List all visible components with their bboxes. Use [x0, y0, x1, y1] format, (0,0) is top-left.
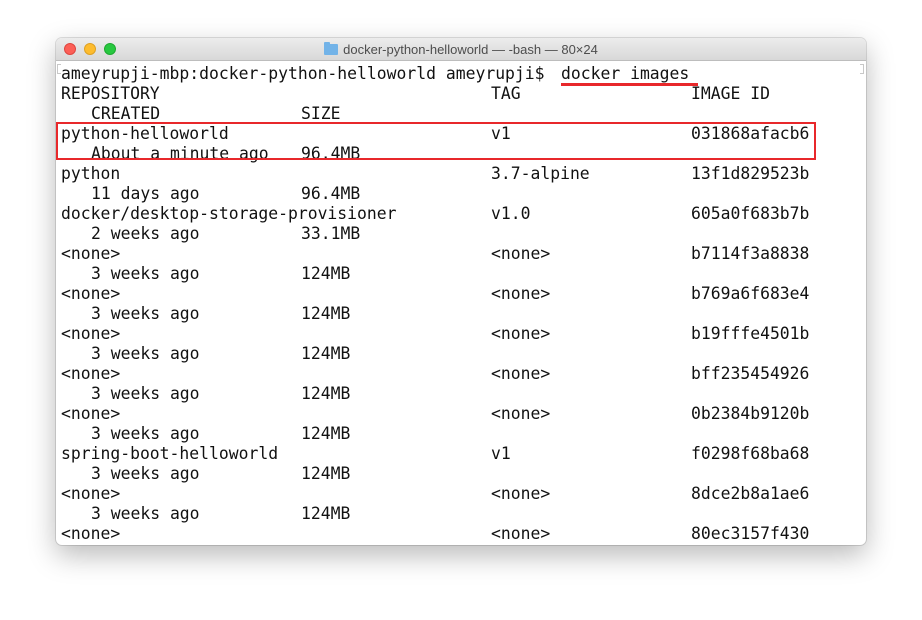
size-cell: 124MB: [301, 304, 351, 323]
image-id-cell: f0298f68ba68: [691, 444, 810, 463]
image-row: <none> <none> 8dce2b8a1ae6: [61, 484, 861, 504]
image-id-cell: 0b2384b9120b: [691, 404, 810, 423]
repository-cell: <none>: [61, 284, 121, 303]
image-id-cell: 80ec3157f430: [691, 524, 810, 543]
size-cell: 33.1MB: [301, 224, 361, 243]
image-row-wrapped: 3 weeks ago 124MB: [61, 424, 861, 444]
created-cell: 11 days ago: [91, 184, 200, 203]
created-cell: 3 weeks ago: [91, 264, 200, 283]
image-row: python 3.7-alpine 13f1d829523b: [61, 164, 861, 184]
tag-cell: <none>: [491, 324, 551, 343]
repository-cell: <none>: [61, 364, 121, 383]
window-title-container: docker-python-helloworld — -bash — 80×24: [56, 38, 866, 60]
header-repository: REPOSITORY: [61, 84, 160, 103]
header-image-id: IMAGE ID: [691, 84, 770, 103]
folder-icon: [324, 41, 339, 55]
created-cell: 3 weeks ago: [91, 384, 200, 403]
repository-cell: <none>: [61, 404, 121, 423]
image-id-cell: b7114f3a8838: [691, 244, 810, 263]
image-row-wrapped: 3 weeks ago 124MB: [61, 464, 861, 484]
header-line: REPOSITORY TAG IMAGE ID: [61, 84, 861, 104]
command-line: ameyrupji-mbp:docker-python-helloworld a…: [61, 64, 861, 86]
image-row-wrapped: 3 weeks ago 124MB: [61, 264, 861, 284]
tag-cell: v1.0: [491, 204, 531, 223]
image-id-cell: 605a0f683b7b: [691, 204, 810, 223]
image-id-cell: b19fffe4501b: [691, 324, 810, 343]
image-id-cell: 8dce2b8a1ae6: [691, 484, 810, 503]
created-cell: 2 weeks ago: [91, 224, 200, 243]
created-cell: 3 weeks ago: [91, 464, 200, 483]
size-cell: 96.4MB: [301, 184, 361, 203]
size-cell: 124MB: [301, 464, 351, 483]
tag-cell: <none>: [491, 484, 551, 503]
repository-cell: python: [61, 164, 121, 183]
size-cell: 124MB: [301, 504, 351, 523]
size-cell: 124MB: [301, 424, 351, 443]
size-cell: 124MB: [301, 344, 351, 363]
image-row-wrapped: 11 days ago 96.4MB: [61, 184, 861, 204]
shell-prompt: ameyrupji-mbp:docker-python-helloworld a…: [61, 64, 555, 83]
size-cell: 124MB: [301, 384, 351, 403]
image-id-cell: bff235454926: [691, 364, 810, 383]
image-row: <none> <none> b769a6f683e4: [61, 284, 861, 304]
image-id-cell: 13f1d829523b: [691, 164, 810, 183]
image-row: <none> <none> b7114f3a8838: [61, 244, 861, 264]
image-row-wrapped: 3 weeks ago 124MB: [61, 344, 861, 364]
tag-cell: <none>: [491, 284, 551, 303]
image-row: <none> <none> bff235454926: [61, 364, 861, 384]
image-row-wrapped: 2 weeks ago 33.1MB: [61, 224, 861, 244]
image-id-cell: b769a6f683e4: [691, 284, 810, 303]
created-cell: 3 weeks ago: [91, 304, 200, 323]
header-created: CREATED: [91, 104, 161, 123]
image-row: spring-boot-helloworld v1 f0298f68ba68: [61, 444, 861, 464]
image-row-wrapped: 3 weeks ago 124MB: [61, 304, 861, 324]
image-row: <none> <none> 0b2384b9120b: [61, 404, 861, 424]
created-cell: 3 weeks ago: [91, 344, 200, 363]
repository-cell: <none>: [61, 244, 121, 263]
tag-cell: <none>: [491, 244, 551, 263]
title-bar[interactable]: docker-python-helloworld — -bash — 80×24: [56, 38, 866, 61]
image-row: <none> <none> b19fffe4501b: [61, 324, 861, 344]
header-line-wrapped: CREATED SIZE: [61, 104, 861, 124]
created-cell: 3 weeks ago: [91, 424, 200, 443]
terminal-window: docker-python-helloworld — -bash — 80×24…: [56, 38, 866, 545]
header-tag: TAG: [491, 84, 521, 103]
image-row-wrapped: 3 weeks ago 124MB: [61, 384, 861, 404]
repository-cell: <none>: [61, 484, 121, 503]
window-title: docker-python-helloworld — -bash — 80×24: [343, 41, 598, 57]
repository-cell: <none>: [61, 324, 121, 343]
image-rows: python-helloworld v1 031868afacb6 About a m…: [61, 124, 861, 544]
header-size: SIZE: [301, 104, 341, 123]
image-row-wrapped: 3 weeks ago 124MB: [61, 504, 861, 524]
tag-cell: <none>: [491, 364, 551, 383]
typed-command: docker images: [561, 64, 690, 83]
created-cell: 3 weeks ago: [91, 504, 200, 523]
tag-cell: v1: [491, 444, 511, 463]
tag-cell: <none>: [491, 404, 551, 423]
tag-cell: <none>: [491, 524, 551, 543]
tag-cell: 3.7-alpine: [491, 164, 590, 183]
repository-cell: <none>: [61, 524, 121, 543]
image-row: <none> <none> 80ec3157f430: [61, 524, 861, 544]
size-cell: 124MB: [301, 264, 351, 283]
repository-cell: spring-boot-helloworld: [61, 444, 279, 463]
repository-cell: docker/desktop-storage-provisioner: [61, 204, 397, 223]
image-row: docker/desktop-storage-provisioner v1.0 60…: [61, 204, 861, 224]
highlight-box-annotation: [56, 122, 816, 160]
